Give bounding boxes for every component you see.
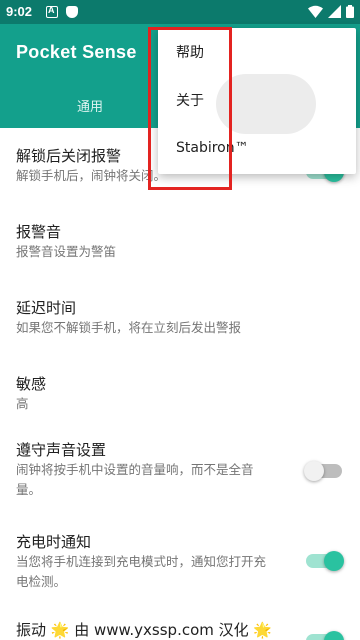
setting-subtitle: 报警音设置为警笛 — [16, 244, 117, 259]
settings-list: 解锁后关闭报警 解锁手机后，闹钟将关闭。 报警音 报警音设置为警笛 延迟时间 如… — [0, 128, 360, 640]
highlight-box — [148, 27, 232, 190]
setting-title: 遵守声音设置 — [16, 441, 107, 459]
setting-delay-time[interactable]: 延迟时间 如果您不解锁手机，将在立刻后发出警报 — [0, 278, 360, 360]
setting-subtitle: 当您将手机连接到充电模式时，通知您打开充电检测。 — [16, 554, 267, 589]
setting-alarm-sound[interactable]: 报警音 报警音设置为警笛 — [0, 202, 360, 278]
cellular-signal-icon — [328, 5, 341, 18]
setting-subtitle: 如果您不解锁手机，将在立刻后发出警报 — [16, 320, 242, 335]
setting-charging-notification[interactable]: 充电时通知 当您将手机连接到充电模式时，通知您打开充电检测。 — [0, 524, 360, 612]
toggle-switch[interactable] — [306, 551, 344, 571]
app-title: Pocket Sense — [16, 42, 137, 62]
setting-sensitivity[interactable]: 敏感 高 — [0, 360, 360, 428]
setting-title: 振动 🌟 由 www.yxssp.com 汉化 🌟 — [16, 621, 273, 639]
setting-title: 敏感 — [16, 375, 47, 393]
battery-icon — [346, 5, 354, 18]
setting-title: 充电时通知 — [16, 533, 92, 551]
setting-vibrate[interactable]: 振动 🌟 由 www.yxssp.com 汉化 🌟 — [0, 612, 360, 640]
wifi-icon — [308, 5, 323, 18]
toggle-switch[interactable] — [306, 631, 344, 640]
status-icons — [308, 5, 354, 18]
toggle-switch[interactable] — [304, 461, 342, 481]
setting-subtitle: 闹钟将按手机中设置的音量响，而不是全音量。 — [16, 462, 254, 497]
setting-title: 延迟时间 — [16, 299, 77, 317]
status-bar: 9:02 — [0, 0, 360, 24]
toggle-knob — [324, 551, 344, 571]
status-time: 9:02 — [6, 4, 33, 19]
setting-subtitle: 高 — [16, 396, 29, 411]
a-icon — [46, 5, 58, 18]
setting-respect-sound-settings[interactable]: 遵守声音设置 闹钟将按手机中设置的音量响，而不是全音量。 — [0, 428, 360, 524]
toggle-knob — [304, 461, 324, 481]
setting-title: 报警音 — [16, 223, 62, 241]
cat-icon — [66, 6, 78, 18]
tab-general-label: 通用 — [76, 99, 103, 115]
